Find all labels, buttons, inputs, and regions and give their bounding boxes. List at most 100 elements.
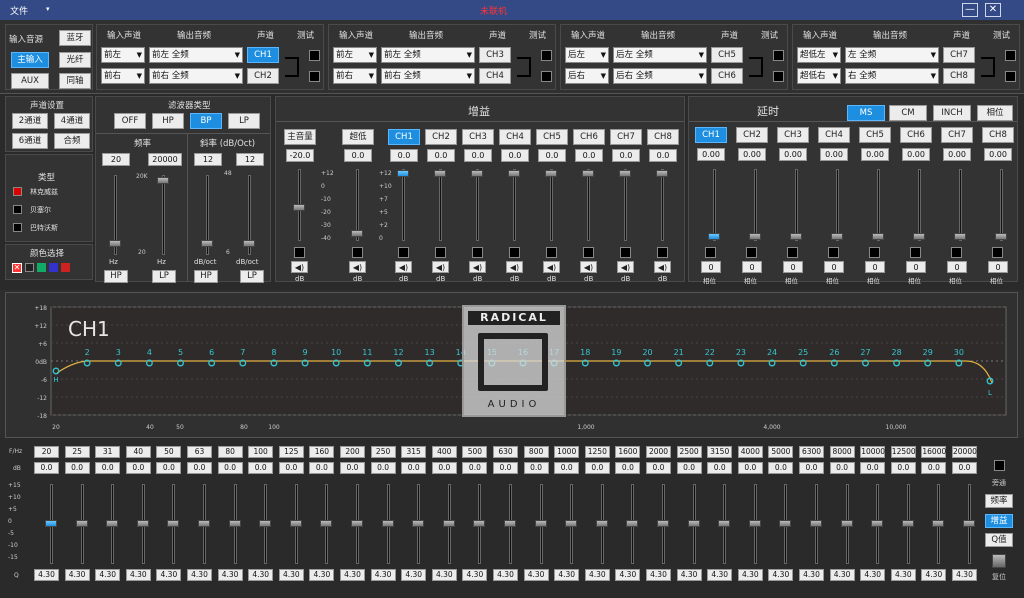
delay-slider-thumb[interactable] bbox=[790, 233, 802, 240]
eq-freq-value[interactable]: 25 bbox=[64, 446, 90, 458]
eq-slider-thumb[interactable] bbox=[534, 520, 547, 527]
test-checkbox[interactable] bbox=[541, 71, 552, 82]
filter-off-button[interactable]: OFF bbox=[114, 113, 146, 129]
eq-slider-thumb[interactable] bbox=[626, 520, 639, 527]
hp-slope-value[interactable]: 12 bbox=[194, 153, 222, 166]
phase-value[interactable]: 0 bbox=[988, 261, 1008, 273]
delay-slider-thumb[interactable] bbox=[954, 233, 966, 240]
phase-value[interactable]: 0 bbox=[824, 261, 844, 273]
gain-channel-button[interactable]: CH2 bbox=[425, 129, 457, 145]
gain-slider-thumb[interactable] bbox=[434, 170, 446, 177]
eq-freq-value[interactable]: 4000 bbox=[737, 446, 763, 458]
eq-freq-value[interactable]: 200 bbox=[340, 446, 365, 458]
filter-hp-button[interactable]: HP bbox=[152, 113, 184, 129]
eq-gain-value[interactable]: 0.0 bbox=[799, 462, 824, 474]
eq-gain-value[interactable]: 0.0 bbox=[125, 462, 151, 474]
output-audio-select[interactable]: 后左 全频 ▼ bbox=[613, 47, 707, 63]
eq-gain-value[interactable]: 0.0 bbox=[340, 462, 365, 474]
delay-slider-thumb[interactable] bbox=[872, 233, 884, 240]
eq-q-value[interactable]: 4.30 bbox=[493, 569, 518, 581]
eq-slider-thumb[interactable] bbox=[412, 520, 425, 527]
test-checkbox[interactable] bbox=[309, 50, 320, 61]
eq-gain-value[interactable]: 0.0 bbox=[248, 462, 274, 474]
lp-freq-button[interactable]: LP bbox=[152, 270, 176, 283]
mute-icon[interactable]: ◀) bbox=[432, 261, 449, 273]
eq-q-value[interactable]: 4.30 bbox=[34, 569, 59, 581]
eq-gain-value[interactable]: 0.0 bbox=[156, 462, 182, 474]
delay-slider-track[interactable] bbox=[1000, 169, 1003, 241]
input-channel-select[interactable]: 前右 ▼ bbox=[101, 68, 145, 84]
delay-value[interactable]: 0.00 bbox=[738, 148, 766, 161]
eq-slider-thumb[interactable] bbox=[259, 520, 272, 527]
butterworth-checkbox[interactable] bbox=[13, 223, 22, 232]
input-channel-select[interactable]: 前右 ▼ bbox=[333, 68, 377, 84]
eq-freq-value[interactable]: 1600 bbox=[615, 446, 641, 458]
eq-q-value[interactable]: 4.30 bbox=[431, 569, 457, 581]
eq-gain-value[interactable]: 0.0 bbox=[64, 462, 90, 474]
output-audio-select[interactable]: 前右 全频 ▼ bbox=[149, 68, 243, 84]
eq-q-value[interactable]: 4.30 bbox=[125, 569, 151, 581]
2-channel-button[interactable]: 2通道 bbox=[12, 113, 48, 129]
eq-gain-value[interactable]: 0.0 bbox=[401, 462, 427, 474]
eq-freq-value[interactable]: 5000 bbox=[768, 446, 794, 458]
unit-inch-button[interactable]: INCH bbox=[933, 105, 971, 121]
color-swatch-red-x[interactable]: ✕ bbox=[12, 263, 22, 273]
phase-value[interactable]: 0 bbox=[865, 261, 885, 273]
gain-channel-button[interactable]: 超低 bbox=[342, 129, 374, 145]
eq-slider-thumb[interactable] bbox=[687, 520, 700, 527]
delay-slider-track[interactable] bbox=[754, 169, 757, 241]
gain-slider-track[interactable] bbox=[439, 169, 442, 241]
eq-q-value[interactable]: 4.30 bbox=[462, 569, 488, 581]
delay-value[interactable]: 0.00 bbox=[984, 148, 1012, 161]
delay-channel-button[interactable]: CH3 bbox=[777, 127, 809, 143]
bluetooth-button[interactable]: 蓝牙 bbox=[59, 30, 91, 46]
eq-gain-value[interactable]: 0.0 bbox=[676, 462, 702, 474]
input-channel-select[interactable]: 前左 ▼ bbox=[101, 47, 145, 63]
delay-slider-thumb[interactable] bbox=[913, 233, 925, 240]
eq-freq-value[interactable]: 400 bbox=[431, 446, 457, 458]
input-channel-select[interactable]: 超低左 ▼ bbox=[797, 47, 841, 63]
eq-slider-thumb[interactable] bbox=[565, 520, 578, 527]
eq-slider-thumb[interactable] bbox=[871, 520, 884, 527]
eq-q-value[interactable]: 4.30 bbox=[187, 569, 212, 581]
gain-slider-thumb[interactable] bbox=[351, 230, 363, 237]
eq-gain-value[interactable]: 0.0 bbox=[890, 462, 916, 474]
combine-button[interactable]: 合频 bbox=[54, 133, 90, 149]
gain-value[interactable]: 0.0 bbox=[649, 149, 677, 162]
eq-slider-thumb[interactable] bbox=[963, 520, 975, 527]
input-channel-select[interactable]: 超低右 ▼ bbox=[797, 68, 841, 84]
hp-freq-button[interactable]: HP bbox=[104, 270, 128, 283]
delay-slider-track[interactable] bbox=[713, 169, 716, 241]
lp-freq-slider-thumb[interactable] bbox=[157, 177, 169, 184]
eq-freq-mode-button[interactable]: 频率 bbox=[985, 494, 1013, 508]
test-checkbox[interactable] bbox=[309, 71, 320, 82]
gain-value[interactable]: 0.0 bbox=[427, 149, 455, 162]
unit-ms-button[interactable]: MS bbox=[847, 105, 885, 121]
delay-slider-track[interactable] bbox=[877, 169, 880, 241]
eq-freq-value[interactable]: 8000 bbox=[829, 446, 855, 458]
channel-button[interactable]: CH3 bbox=[479, 47, 511, 63]
eq-freq-value[interactable]: 16000 bbox=[921, 446, 947, 458]
eq-slider-thumb[interactable] bbox=[779, 520, 792, 527]
delay-channel-button[interactable]: CH2 bbox=[736, 127, 768, 143]
eq-freq-value[interactable]: 10000 bbox=[860, 446, 886, 458]
delay-slider-track[interactable] bbox=[795, 169, 798, 241]
eq-slider-thumb[interactable] bbox=[289, 520, 302, 527]
eq-freq-value[interactable]: 12500 bbox=[890, 446, 916, 458]
eq-q-value[interactable]: 4.30 bbox=[829, 569, 855, 581]
bessel-checkbox[interactable] bbox=[13, 205, 22, 214]
eq-q-value[interactable]: 4.30 bbox=[952, 569, 977, 581]
gain-channel-button[interactable]: 主音量 bbox=[284, 129, 316, 145]
eq-gain-value[interactable]: 0.0 bbox=[860, 462, 886, 474]
mute-icon[interactable]: ◀) bbox=[395, 261, 412, 273]
eq-slider-thumb[interactable] bbox=[718, 520, 731, 527]
lp-slope-slider-thumb[interactable] bbox=[243, 240, 255, 247]
gain-slider-track[interactable] bbox=[661, 169, 664, 241]
eq-gain-value[interactable]: 0.0 bbox=[431, 462, 457, 474]
reset-icon[interactable] bbox=[992, 554, 1006, 568]
hp-slope-slider-thumb[interactable] bbox=[201, 240, 213, 247]
channel-button[interactable]: CH8 bbox=[943, 68, 975, 84]
output-audio-select[interactable]: 左 全频 ▼ bbox=[845, 47, 939, 63]
lp-freq-value[interactable]: 20000 bbox=[148, 153, 182, 166]
eq-freq-value[interactable]: 40 bbox=[125, 446, 151, 458]
